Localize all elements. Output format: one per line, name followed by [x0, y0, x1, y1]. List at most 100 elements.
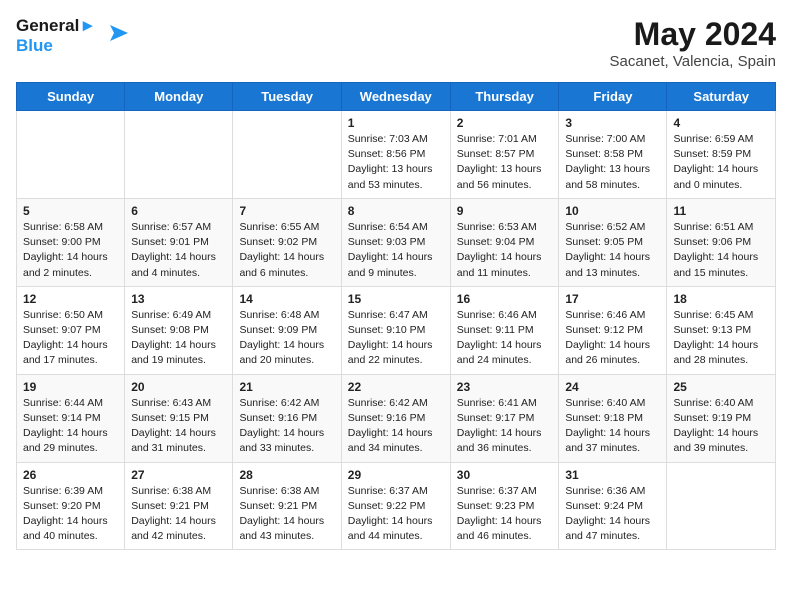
sunset-label: Sunset: 9:21 PM [131, 500, 209, 512]
sunset-label: Sunset: 9:24 PM [565, 500, 643, 512]
calendar-cell: 4 Sunrise: 6:59 AM Sunset: 8:59 PM Dayli… [667, 111, 776, 199]
calendar-cell: 8 Sunrise: 6:54 AM Sunset: 9:03 PM Dayli… [341, 198, 450, 286]
day-info: Sunrise: 6:51 AM Sunset: 9:06 PM Dayligh… [673, 220, 769, 281]
sunset-label: Sunset: 9:13 PM [673, 324, 751, 336]
daylight-label: Daylight: 14 hours and 13 minutes. [565, 251, 650, 278]
day-number: 7 [239, 204, 334, 218]
sunset-label: Sunset: 9:06 PM [673, 236, 751, 248]
sunset-label: Sunset: 9:17 PM [457, 412, 535, 424]
daylight-label: Daylight: 14 hours and 22 minutes. [348, 339, 433, 366]
calendar-cell: 16 Sunrise: 6:46 AM Sunset: 9:11 PM Dayl… [450, 286, 559, 374]
sunrise-label: Sunrise: 6:40 AM [565, 397, 645, 409]
calendar-cell: 13 Sunrise: 6:49 AM Sunset: 9:08 PM Dayl… [125, 286, 233, 374]
weekday-header-friday: Friday [559, 83, 667, 111]
daylight-label: Daylight: 14 hours and 36 minutes. [457, 427, 542, 454]
day-info: Sunrise: 6:40 AM Sunset: 9:18 PM Dayligh… [565, 396, 660, 457]
day-number: 1 [348, 116, 444, 130]
weekday-header-thursday: Thursday [450, 83, 559, 111]
calendar-cell: 27 Sunrise: 6:38 AM Sunset: 9:21 PM Dayl… [125, 462, 233, 550]
calendar-week-row: 19 Sunrise: 6:44 AM Sunset: 9:14 PM Dayl… [17, 374, 776, 462]
day-number: 13 [131, 292, 226, 306]
day-info: Sunrise: 6:39 AM Sunset: 9:20 PM Dayligh… [23, 484, 118, 545]
sunrise-label: Sunrise: 6:38 AM [239, 485, 319, 497]
daylight-label: Daylight: 14 hours and 20 minutes. [239, 339, 324, 366]
calendar-cell [667, 462, 776, 550]
logo-icon [100, 17, 132, 49]
daylight-label: Daylight: 14 hours and 47 minutes. [565, 515, 650, 542]
calendar-cell [233, 111, 341, 199]
day-number: 9 [457, 204, 553, 218]
daylight-label: Daylight: 14 hours and 33 minutes. [239, 427, 324, 454]
sunrise-label: Sunrise: 7:03 AM [348, 133, 428, 145]
sunrise-label: Sunrise: 6:49 AM [131, 309, 211, 321]
day-number: 29 [348, 468, 444, 482]
day-info: Sunrise: 6:50 AM Sunset: 9:07 PM Dayligh… [23, 308, 118, 369]
day-number: 15 [348, 292, 444, 306]
logo-text: General► [16, 16, 96, 36]
calendar-cell: 28 Sunrise: 6:38 AM Sunset: 9:21 PM Dayl… [233, 462, 341, 550]
calendar-cell [125, 111, 233, 199]
day-info: Sunrise: 6:38 AM Sunset: 9:21 PM Dayligh… [239, 484, 334, 545]
calendar-week-row: 12 Sunrise: 6:50 AM Sunset: 9:07 PM Dayl… [17, 286, 776, 374]
sunrise-label: Sunrise: 6:55 AM [239, 221, 319, 233]
sunrise-label: Sunrise: 7:01 AM [457, 133, 537, 145]
sunrise-label: Sunrise: 6:47 AM [348, 309, 428, 321]
calendar-week-row: 1 Sunrise: 7:03 AM Sunset: 8:56 PM Dayli… [17, 111, 776, 199]
sunrise-label: Sunrise: 6:53 AM [457, 221, 537, 233]
location: Sacanet, Valencia, Spain [609, 53, 776, 70]
day-info: Sunrise: 6:46 AM Sunset: 9:11 PM Dayligh… [457, 308, 553, 369]
daylight-label: Daylight: 13 hours and 53 minutes. [348, 163, 433, 190]
daylight-label: Daylight: 14 hours and 4 minutes. [131, 251, 216, 278]
day-info: Sunrise: 6:53 AM Sunset: 9:04 PM Dayligh… [457, 220, 553, 281]
day-number: 26 [23, 468, 118, 482]
sunrise-label: Sunrise: 6:39 AM [23, 485, 103, 497]
day-number: 17 [565, 292, 660, 306]
day-number: 23 [457, 380, 553, 394]
sunset-label: Sunset: 9:12 PM [565, 324, 643, 336]
day-info: Sunrise: 6:57 AM Sunset: 9:01 PM Dayligh… [131, 220, 226, 281]
day-info: Sunrise: 6:37 AM Sunset: 9:22 PM Dayligh… [348, 484, 444, 545]
weekday-header-wednesday: Wednesday [341, 83, 450, 111]
sunset-label: Sunset: 9:00 PM [23, 236, 101, 248]
sunset-label: Sunset: 9:18 PM [565, 412, 643, 424]
day-info: Sunrise: 6:49 AM Sunset: 9:08 PM Dayligh… [131, 308, 226, 369]
calendar-cell: 18 Sunrise: 6:45 AM Sunset: 9:13 PM Dayl… [667, 286, 776, 374]
sunset-label: Sunset: 9:09 PM [239, 324, 317, 336]
day-info: Sunrise: 7:01 AM Sunset: 8:57 PM Dayligh… [457, 132, 553, 193]
calendar-cell: 1 Sunrise: 7:03 AM Sunset: 8:56 PM Dayli… [341, 111, 450, 199]
calendar-cell: 25 Sunrise: 6:40 AM Sunset: 9:19 PM Dayl… [667, 374, 776, 462]
sunset-label: Sunset: 9:10 PM [348, 324, 426, 336]
sunrise-label: Sunrise: 6:46 AM [457, 309, 537, 321]
daylight-label: Daylight: 14 hours and 46 minutes. [457, 515, 542, 542]
calendar-week-row: 5 Sunrise: 6:58 AM Sunset: 9:00 PM Dayli… [17, 198, 776, 286]
sunset-label: Sunset: 9:19 PM [673, 412, 751, 424]
calendar-table: SundayMondayTuesdayWednesdayThursdayFrid… [16, 82, 776, 550]
sunrise-label: Sunrise: 6:44 AM [23, 397, 103, 409]
daylight-label: Daylight: 14 hours and 42 minutes. [131, 515, 216, 542]
day-info: Sunrise: 6:41 AM Sunset: 9:17 PM Dayligh… [457, 396, 553, 457]
calendar-cell [17, 111, 125, 199]
sunrise-label: Sunrise: 6:40 AM [673, 397, 753, 409]
day-number: 12 [23, 292, 118, 306]
calendar-cell: 24 Sunrise: 6:40 AM Sunset: 9:18 PM Dayl… [559, 374, 667, 462]
sunrise-label: Sunrise: 6:50 AM [23, 309, 103, 321]
day-number: 21 [239, 380, 334, 394]
daylight-label: Daylight: 14 hours and 26 minutes. [565, 339, 650, 366]
sunset-label: Sunset: 9:01 PM [131, 236, 209, 248]
sunset-label: Sunset: 9:04 PM [457, 236, 535, 248]
daylight-label: Daylight: 14 hours and 34 minutes. [348, 427, 433, 454]
calendar-cell: 6 Sunrise: 6:57 AM Sunset: 9:01 PM Dayli… [125, 198, 233, 286]
sunset-label: Sunset: 9:14 PM [23, 412, 101, 424]
calendar-cell: 14 Sunrise: 6:48 AM Sunset: 9:09 PM Dayl… [233, 286, 341, 374]
calendar-cell: 21 Sunrise: 6:42 AM Sunset: 9:16 PM Dayl… [233, 374, 341, 462]
month-title: May 2024 [609, 16, 776, 53]
sunrise-label: Sunrise: 6:52 AM [565, 221, 645, 233]
sunrise-label: Sunrise: 6:46 AM [565, 309, 645, 321]
sunrise-label: Sunrise: 6:59 AM [673, 133, 753, 145]
calendar-cell: 11 Sunrise: 6:51 AM Sunset: 9:06 PM Dayl… [667, 198, 776, 286]
daylight-label: Daylight: 14 hours and 9 minutes. [348, 251, 433, 278]
day-number: 27 [131, 468, 226, 482]
sunset-label: Sunset: 9:07 PM [23, 324, 101, 336]
day-info: Sunrise: 6:42 AM Sunset: 9:16 PM Dayligh… [348, 396, 444, 457]
sunrise-label: Sunrise: 6:42 AM [348, 397, 428, 409]
